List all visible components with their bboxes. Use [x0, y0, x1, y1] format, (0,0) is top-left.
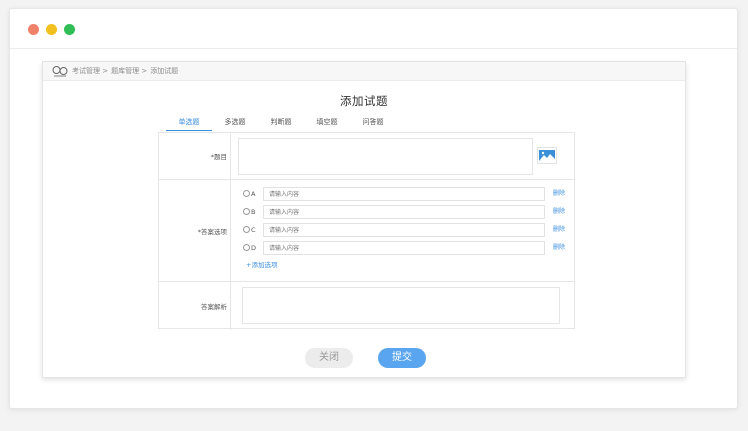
- option-c-letter: C: [251, 226, 256, 234]
- tab-fill-blank[interactable]: 填空题: [304, 116, 350, 128]
- breadcrumb-item-current: 添加试题: [150, 67, 179, 75]
- option-c: C 删除: [243, 223, 573, 237]
- tab-multiple-choice[interactable]: 多选题: [212, 116, 258, 128]
- option-d-letter: D: [251, 244, 257, 252]
- option-d-radio[interactable]: [243, 244, 250, 251]
- options-row: *答案选项 A 删除 B 删除 C 删除 D: [159, 180, 574, 282]
- option-b-input[interactable]: [263, 205, 545, 219]
- question-form: *题目 *答案选项 A 删除 B 删除: [158, 132, 575, 330]
- submit-button[interactable]: 提交: [378, 348, 426, 368]
- option-a-input[interactable]: [263, 187, 545, 201]
- option-d: D 删除: [243, 241, 573, 255]
- breadcrumb-item-bank[interactable]: 题库管理 >: [111, 65, 147, 77]
- analysis-label: 答案解析: [159, 282, 231, 330]
- image-icon[interactable]: [537, 147, 557, 164]
- close-window-button[interactable]: [28, 24, 39, 35]
- option-b-delete[interactable]: 删除: [553, 207, 565, 217]
- option-a: A 删除: [243, 187, 573, 201]
- question-label: *题目: [159, 133, 231, 179]
- option-c-delete[interactable]: 删除: [553, 225, 565, 235]
- analysis-input[interactable]: [242, 287, 560, 324]
- close-button[interactable]: 关闭: [305, 348, 353, 368]
- maximize-window-button[interactable]: [64, 24, 75, 35]
- option-b-letter: B: [251, 208, 256, 216]
- page-title: 添加试题: [340, 94, 388, 108]
- option-b-radio[interactable]: [243, 208, 250, 215]
- question-input[interactable]: [238, 138, 533, 175]
- option-b: B 删除: [243, 205, 573, 219]
- option-a-radio[interactable]: [243, 190, 250, 197]
- option-d-input[interactable]: [263, 241, 545, 255]
- minimize-window-button[interactable]: [46, 24, 57, 35]
- add-option-link[interactable]: +添加选项: [246, 259, 277, 269]
- option-d-delete[interactable]: 删除: [553, 243, 565, 253]
- option-c-radio[interactable]: [243, 226, 250, 233]
- tab-single-choice[interactable]: 单选题: [166, 116, 212, 131]
- app-panel: 考试管理 > 题库管理 > 添加试题 添加试题 单选题 多选题 判断题 填空题 …: [42, 61, 686, 378]
- analysis-row: 答案解析: [159, 282, 574, 330]
- breadcrumb-item-exam[interactable]: 考试管理 >: [72, 65, 108, 77]
- top-bar: 考试管理 > 题库管理 > 添加试题: [43, 62, 685, 81]
- tab-short-answer[interactable]: 问答题: [350, 116, 396, 128]
- option-a-letter: A: [251, 190, 256, 198]
- option-c-input[interactable]: [263, 223, 545, 237]
- question-row: *题目: [159, 133, 574, 180]
- title-bar: [10, 9, 737, 49]
- logo-icon: [52, 66, 68, 77]
- options-label: *答案选项: [159, 180, 231, 281]
- question-type-tabs: 单选题 多选题 判断题 填空题 问答题: [166, 116, 396, 131]
- option-a-delete[interactable]: 删除: [553, 189, 565, 199]
- breadcrumb: 考试管理 > 题库管理 > 添加试题: [72, 65, 178, 77]
- tab-true-false[interactable]: 判断题: [258, 116, 304, 128]
